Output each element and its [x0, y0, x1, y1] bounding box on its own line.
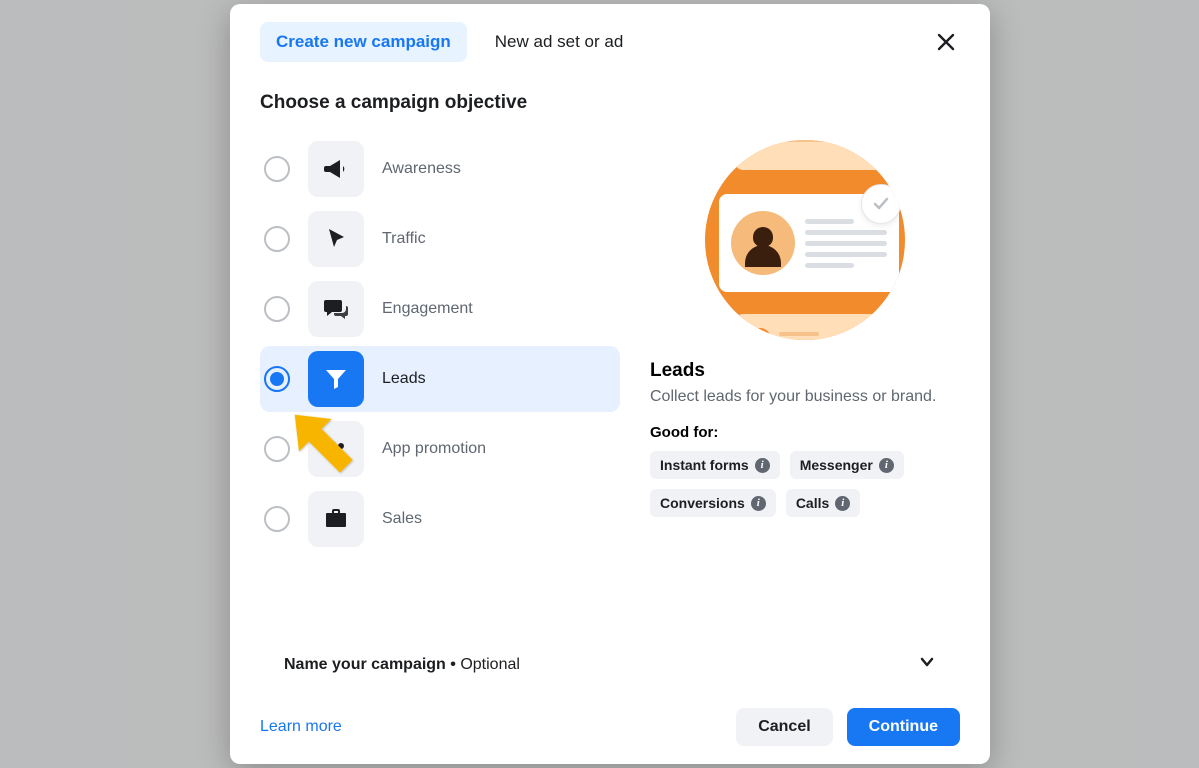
funnel-icon [308, 351, 364, 407]
detail-title: Leads [650, 360, 960, 382]
objective-traffic[interactable]: Traffic [260, 206, 620, 272]
detail-description: Collect leads for your business or brand… [650, 388, 960, 406]
tag-calls: Callsi [786, 489, 860, 517]
radio-traffic[interactable] [264, 226, 290, 252]
objective-list: Awareness Traffic Engagement [260, 136, 620, 619]
briefcase-icon [308, 491, 364, 547]
radio-sales[interactable] [264, 506, 290, 532]
continue-button[interactable]: Continue [847, 708, 960, 746]
tag-messenger: Messengeri [790, 451, 904, 479]
objective-label: App promotion [382, 440, 486, 458]
section-title: Choose a campaign objective [260, 92, 960, 114]
close-button[interactable] [932, 28, 960, 56]
people-icon [308, 421, 364, 477]
modal-footer: Learn more Cancel Continue [260, 704, 960, 746]
megaphone-icon [308, 141, 364, 197]
good-for-tags: Instant formsi Messengeri Conversionsi C… [650, 451, 960, 517]
objective-detail: Leads Collect leads for your business or… [650, 136, 960, 619]
info-icon[interactable]: i [755, 458, 770, 473]
objective-label: Sales [382, 510, 422, 528]
chat-icon [308, 281, 364, 337]
objective-engagement[interactable]: Engagement [260, 276, 620, 342]
objective-label: Traffic [382, 230, 426, 248]
radio-leads[interactable] [264, 366, 290, 392]
radio-awareness[interactable] [264, 156, 290, 182]
radio-engagement[interactable] [264, 296, 290, 322]
info-icon[interactable]: i [751, 496, 766, 511]
leads-illustration [705, 140, 905, 340]
objective-label: Awareness [382, 160, 461, 178]
tab-new-adset-or-ad[interactable]: New ad set or ad [479, 22, 640, 62]
tab-create-new-campaign[interactable]: Create new campaign [260, 22, 467, 62]
cancel-button[interactable]: Cancel [736, 708, 832, 746]
cursor-icon [308, 211, 364, 267]
objective-leads[interactable]: Leads [260, 346, 620, 412]
modal-header: Create new campaign New ad set or ad [260, 22, 960, 62]
objective-label: Engagement [382, 300, 473, 318]
objective-label: Leads [382, 370, 426, 388]
tag-instant-forms: Instant formsi [650, 451, 780, 479]
name-campaign-row[interactable]: Name your campaign • Optional [260, 639, 960, 690]
info-icon[interactable]: i [879, 458, 894, 473]
radio-app-promotion[interactable] [264, 436, 290, 462]
good-for-label: Good for: [650, 424, 960, 441]
info-icon[interactable]: i [835, 496, 850, 511]
create-campaign-modal: Create new campaign New ad set or ad Cho… [230, 4, 990, 764]
tag-conversions: Conversionsi [650, 489, 776, 517]
objective-app-promotion[interactable]: App promotion [260, 416, 620, 482]
objective-awareness[interactable]: Awareness [260, 136, 620, 202]
objective-sales[interactable]: Sales [260, 486, 620, 552]
check-icon [861, 184, 901, 224]
close-icon [936, 32, 956, 52]
learn-more-link[interactable]: Learn more [260, 718, 342, 736]
chevron-down-icon [918, 653, 936, 676]
